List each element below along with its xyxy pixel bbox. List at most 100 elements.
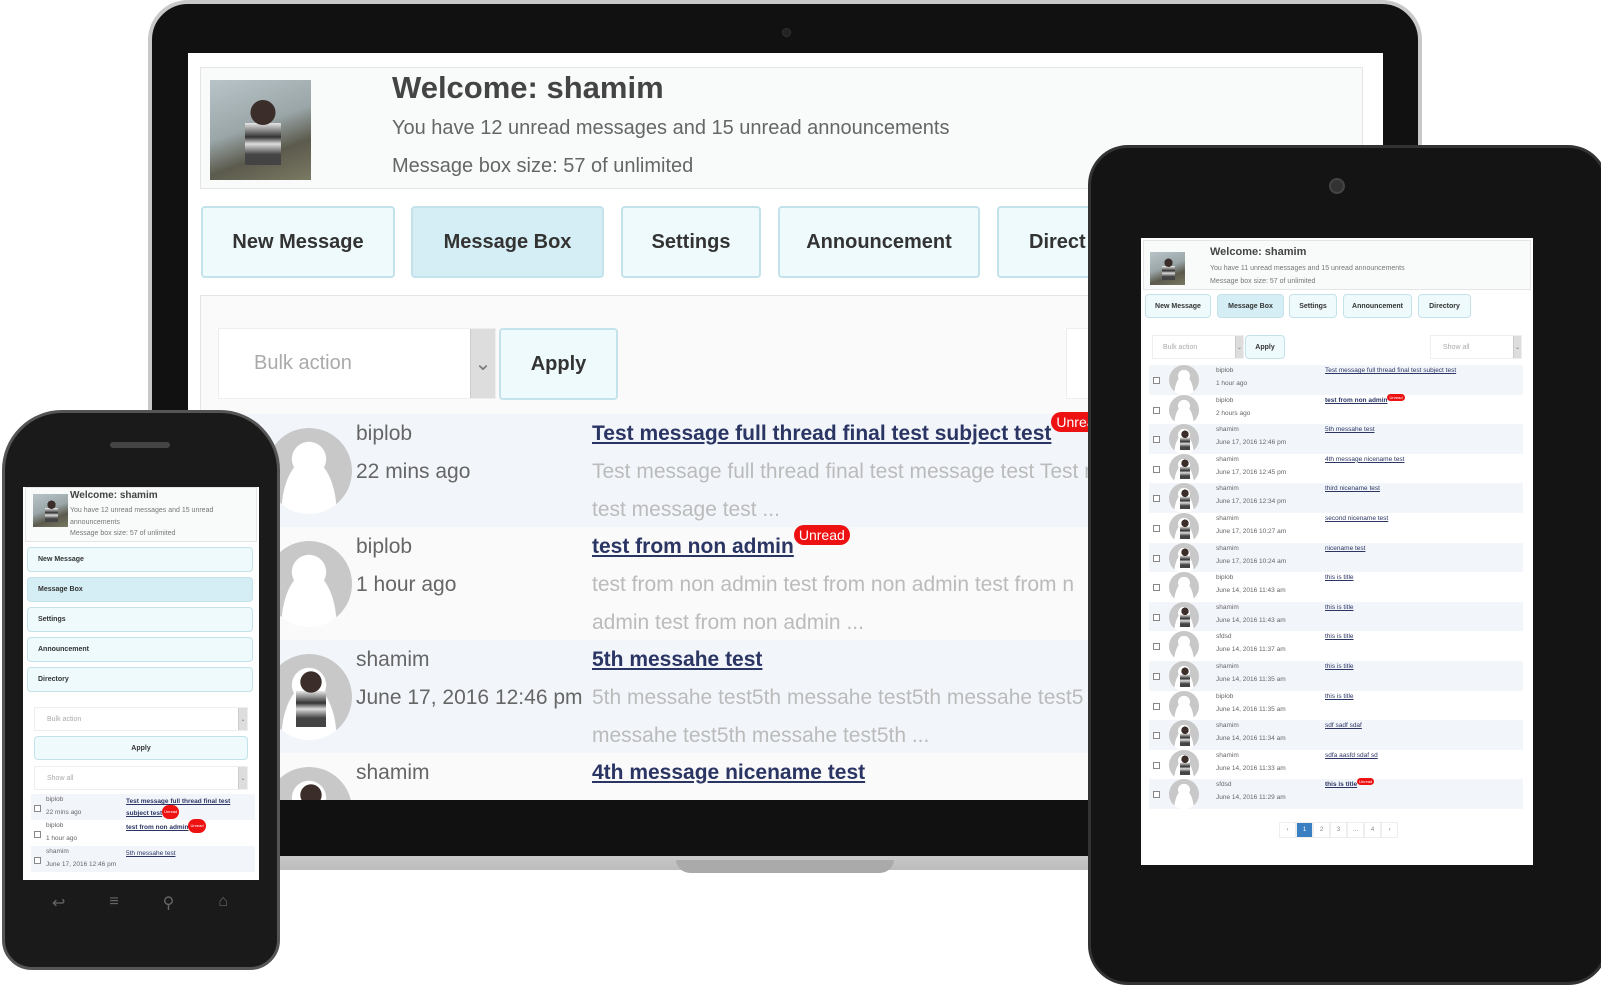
nav-settings-button[interactable]: Settings — [27, 607, 253, 632]
select-checkbox[interactable] — [1153, 525, 1160, 532]
message-subject-link[interactable]: test from non admin Unread — [592, 525, 850, 559]
select-checkbox[interactable] — [1153, 702, 1160, 710]
sender-avatar — [1169, 453, 1199, 484]
message-subject-link[interactable]: nicename test — [1325, 545, 1365, 552]
select-checkbox[interactable] — [1153, 791, 1160, 799]
sender-avatar — [1169, 572, 1199, 603]
select-checkbox[interactable] — [34, 831, 41, 838]
message-subject-link[interactable]: 5th messahe test — [592, 648, 762, 672]
message-subject-link[interactable]: 5th messahe test — [1325, 426, 1375, 433]
announcement-button[interactable]: Announcement — [778, 206, 980, 278]
page-3[interactable]: 3 — [1330, 822, 1347, 838]
back-icon[interactable]: ↩ — [52, 893, 65, 923]
user-avatar — [33, 494, 68, 527]
select-checkbox[interactable] — [1153, 436, 1160, 444]
nav-settings-button[interactable]: Settings — [1289, 294, 1337, 318]
pagination: ‹ 1 2 3… 4 › — [1279, 822, 1398, 838]
apply-button[interactable]: Apply — [34, 736, 248, 760]
select-checkbox[interactable] — [34, 805, 41, 812]
apply-button[interactable]: Apply — [1245, 335, 1285, 359]
settings-button[interactable]: Settings — [621, 206, 761, 278]
message-subject-link[interactable]: test from non admin Unread — [126, 819, 244, 834]
new-message-button[interactable]: New Message — [201, 206, 395, 278]
message-subject-link[interactable]: this is title — [1325, 604, 1354, 611]
sender-name: shamim — [1216, 544, 1239, 552]
nav-directory-button[interactable]: Directory — [1418, 294, 1471, 318]
select-checkbox[interactable] — [1153, 377, 1160, 384]
subject-text: 5th messahe test — [1325, 426, 1375, 434]
message-subject-link[interactable]: Test message full thread final test subj… — [592, 412, 1108, 446]
message-box-button[interactable]: Message Box — [411, 206, 604, 278]
message-time: June 14, 2016 11:29 am — [1216, 794, 1286, 802]
page-2[interactable]: 2 — [1313, 822, 1330, 838]
message-subject-link[interactable]: 4th message nicename test — [592, 761, 865, 785]
message-subject-link[interactable]: second nicename test — [1325, 515, 1388, 522]
chevron-down-icon: ⌄ — [470, 329, 495, 398]
select-checkbox[interactable] — [1153, 554, 1160, 562]
nav-new-message-button[interactable]: New Message — [1145, 294, 1211, 318]
message-subject-link[interactable]: 4th message nicename test — [1325, 456, 1405, 463]
message-subject-link[interactable]: sdf sadf sdaf — [1325, 722, 1362, 729]
message-excerpt-cont: test message test ... — [592, 498, 780, 521]
select-checkbox[interactable] — [1153, 761, 1160, 769]
nav-new-message-button[interactable]: New Message — [27, 547, 253, 572]
page-prev[interactable]: ‹ — [1279, 822, 1296, 838]
menu-icon[interactable]: ≡ — [109, 893, 118, 923]
message-time: 2 hours ago — [1216, 409, 1251, 417]
message-subject-link[interactable]: this is title Unread — [1325, 778, 1375, 788]
message-subject-link[interactable]: sdfa aasfd sdaf sd — [1325, 752, 1378, 759]
message-subject-link[interactable]: third nicename test — [1325, 485, 1380, 492]
subject-text: 5th messahe test — [126, 850, 176, 857]
message-time: June 14, 2016 11:35 am — [1216, 705, 1286, 713]
select-checkbox[interactable] — [1153, 613, 1160, 621]
select-checkbox[interactable] — [1153, 465, 1160, 473]
show-all-select[interactable]: Show all ⌄ — [1430, 335, 1522, 359]
select-checkbox[interactable] — [34, 857, 41, 864]
apply-button[interactable]: Apply — [499, 328, 618, 400]
message-row: biplob 22 mins ago Test message full threa… — [31, 794, 255, 820]
nav-message-box-button[interactable]: Message Box — [1217, 294, 1284, 318]
box-size: Message box size: 57 of unlimited — [392, 155, 694, 177]
page-4[interactable]: 4 — [1364, 822, 1381, 838]
message-subject-link[interactable]: this is title — [1325, 663, 1354, 670]
home-icon[interactable]: ⌂ — [218, 893, 228, 923]
message-row: biplob 2 hours ago test from non admin Unre… — [1149, 393, 1523, 425]
subject-text: 4th message nicename test — [592, 761, 866, 784]
nav-message-box-button[interactable]: Message Box — [27, 577, 253, 602]
message-subject-link[interactable]: Test message full thread final test subj… — [1325, 367, 1456, 374]
show-all-select[interactable]: Show all ⌄ — [34, 766, 248, 790]
message-subject-link[interactable]: this is title — [1325, 693, 1354, 700]
sender-name: sfdsd — [1216, 781, 1232, 789]
message-time: June 14, 2016 11:37 am — [1216, 646, 1286, 654]
sender-avatar — [1169, 601, 1199, 632]
search-icon[interactable]: ⚲ — [163, 893, 175, 923]
message-subject-link[interactable]: this is title — [1325, 574, 1354, 581]
subject-text: sdfa aasfd sdaf sd — [1325, 751, 1378, 759]
message-subject-link[interactable]: Test message full thread final test subj… — [126, 796, 244, 820]
show-all-value: Show all — [1443, 343, 1470, 351]
chevron-down-icon: ⌄ — [1235, 336, 1243, 358]
message-subject-link[interactable]: this is title — [1325, 633, 1354, 640]
select-checkbox[interactable] — [1153, 643, 1160, 651]
select-checkbox[interactable] — [1153, 673, 1160, 680]
nav-announcement-button[interactable]: Announcement — [27, 637, 253, 662]
page-1[interactable]: 1 — [1296, 822, 1313, 838]
select-checkbox[interactable] — [1153, 495, 1160, 503]
subject-text: test from non admin — [126, 824, 189, 831]
welcome-title: Welcome: shamim — [70, 490, 158, 501]
nav-directory-button[interactable]: Directory — [27, 667, 253, 692]
bulk-action-select[interactable]: Bulk action ⌄ — [34, 707, 248, 731]
unread-summary: You have 12 unread messages and 15 unrea… — [392, 117, 950, 139]
message-subject-link[interactable]: 5th messahe test — [126, 848, 244, 860]
message-row: shamim June 17, 2016 12:34 pm third nicena… — [1149, 483, 1523, 514]
select-checkbox[interactable] — [1153, 406, 1160, 414]
message-subject-link[interactable]: test from non admin Unread — [1325, 393, 1405, 404]
page-next[interactable]: › — [1381, 822, 1398, 838]
sender-name: shamim — [46, 848, 69, 855]
select-checkbox[interactable] — [1153, 584, 1160, 592]
select-checkbox[interactable] — [1153, 732, 1160, 740]
nav-announcement-button[interactable]: Announcement — [1343, 294, 1412, 318]
message-excerpt-cont: messahe test5th messahe test5th ... — [592, 724, 930, 747]
bulk-action-select[interactable]: Bulk action ⌄ — [218, 328, 496, 399]
bulk-action-select[interactable]: Bulk action ⌄ — [1152, 335, 1244, 359]
